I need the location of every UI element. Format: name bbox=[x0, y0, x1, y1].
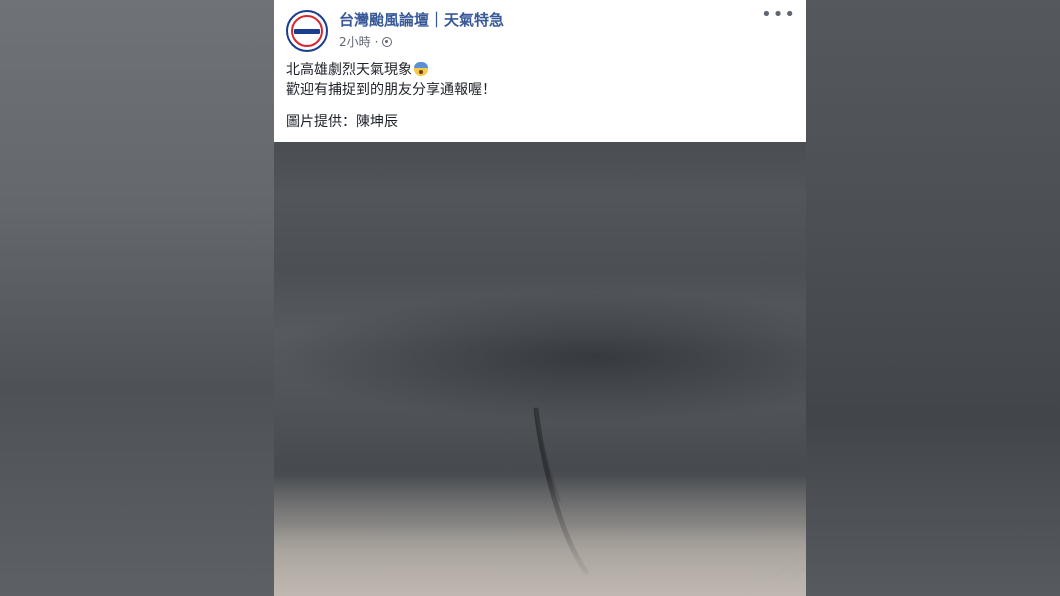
avatar-logo-bar bbox=[294, 29, 320, 34]
ground-haze bbox=[274, 476, 806, 596]
meta-separator: · bbox=[374, 34, 379, 49]
post-header: 台灣颱風論壇｜天氣特急 2小時 · ••• bbox=[274, 0, 806, 56]
post-photo[interactable] bbox=[274, 142, 806, 596]
photo-credit: 圖片提供：陳坤辰 bbox=[286, 114, 398, 130]
globe-icon[interactable] bbox=[382, 36, 393, 47]
post-meta: 2小時 · bbox=[339, 33, 393, 50]
anxious-face-emoji-icon bbox=[414, 62, 428, 76]
post-timestamp[interactable]: 2小時 bbox=[339, 33, 371, 50]
page-avatar[interactable] bbox=[286, 10, 328, 52]
post-body: 北高雄劇烈天氣現象 歡迎有捕捉到的朋友分享通報喔！ 圖片提供：陳坤辰 bbox=[286, 60, 794, 132]
more-options-icon[interactable]: ••• bbox=[761, 6, 796, 24]
post-text-line-2: 歡迎有捕捉到的朋友分享通報喔！ bbox=[286, 82, 496, 98]
facebook-post-card: 台灣颱風論壇｜天氣特急 2小時 · ••• 北高雄劇烈天氣現象 歡迎有捕捉到的朋… bbox=[274, 0, 806, 596]
page-name-link[interactable]: 台灣颱風論壇｜天氣特急 bbox=[339, 9, 504, 30]
post-text-line-1: 北高雄劇烈天氣現象 bbox=[286, 60, 794, 80]
